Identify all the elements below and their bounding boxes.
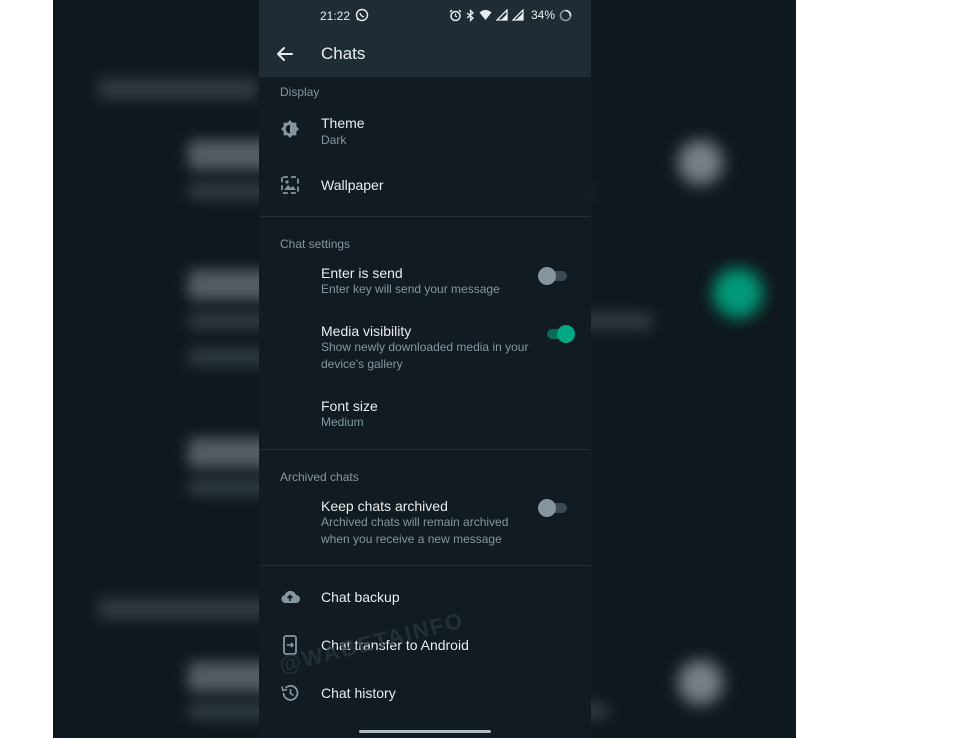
- wallpaper-title: Wallpaper: [321, 177, 384, 193]
- alarm-icon: [449, 9, 462, 21]
- keep-chats-archived-setting[interactable]: Keep chats archived Archived chats will …: [259, 491, 591, 553]
- signal-icon: [496, 9, 508, 21]
- wifi-icon: [479, 10, 492, 20]
- media-visibility-subtitle: Show newly downloaded media in your devi…: [321, 340, 529, 371]
- enter-is-send-subtitle: Enter key will send your message: [321, 282, 500, 296]
- keep-chats-archived-subtitle: Archived chats will remain archived when…: [321, 515, 509, 546]
- divider: [259, 216, 591, 217]
- font-size-setting[interactable]: Font size Medium: [259, 390, 591, 436]
- divider: [259, 449, 591, 450]
- status-time: 21:22: [320, 9, 351, 23]
- section-header-chat-settings: Chat settings: [280, 237, 351, 251]
- theme-setting[interactable]: Theme Dark: [259, 104, 591, 158]
- history-icon: [281, 685, 299, 701]
- chat-history-title: Chat history: [321, 685, 396, 701]
- keep-chats-archived-title: Keep chats archived: [321, 498, 448, 514]
- status-icons: 34%: [449, 8, 572, 22]
- app-bar: Chats: [259, 30, 591, 77]
- media-visibility-title: Media visibility: [321, 323, 412, 339]
- home-indicator[interactable]: [359, 730, 491, 733]
- chat-history-option[interactable]: Chat history: [259, 670, 591, 716]
- theme-value: Dark: [321, 133, 347, 147]
- font-size-title: Font size: [321, 398, 378, 414]
- divider: [259, 565, 591, 566]
- back-arrow-icon[interactable]: [273, 42, 297, 66]
- section-header-archived-chats: Archived chats: [280, 470, 359, 484]
- whatsapp-icon: [355, 8, 369, 22]
- phone-screen: 21:22 34% Chats Display Theme Dark Wallp…: [259, 0, 591, 738]
- chat-backup-title: Chat backup: [321, 589, 400, 605]
- signal-icon-2: [512, 9, 524, 21]
- keep-chats-archived-toggle[interactable]: [538, 498, 569, 518]
- theme-title: Theme: [321, 115, 365, 131]
- wallpaper-setting[interactable]: Wallpaper: [259, 160, 591, 210]
- status-bar: 21:22 34%: [259, 0, 591, 30]
- bluetooth-icon: [466, 8, 474, 22]
- chat-backup-option[interactable]: Chat backup: [259, 574, 591, 620]
- enter-is-send-title: Enter is send: [321, 265, 403, 281]
- battery-percent: 34%: [531, 8, 556, 22]
- page-title: Chats: [321, 44, 366, 63]
- cloud-upload-icon: [281, 590, 300, 603]
- enter-is-send-setting[interactable]: Enter is send Enter key will send your m…: [259, 258, 591, 308]
- brightness-icon: [281, 120, 299, 138]
- battery-icon: [559, 9, 572, 21]
- font-size-value: Medium: [321, 415, 364, 429]
- media-visibility-setting[interactable]: Media visibility Show newly downloaded m…: [259, 316, 591, 378]
- wallpaper-icon: [281, 176, 299, 194]
- media-visibility-toggle[interactable]: [545, 324, 575, 344]
- section-header-display: Display: [280, 85, 320, 99]
- enter-is-send-toggle[interactable]: [538, 266, 569, 286]
